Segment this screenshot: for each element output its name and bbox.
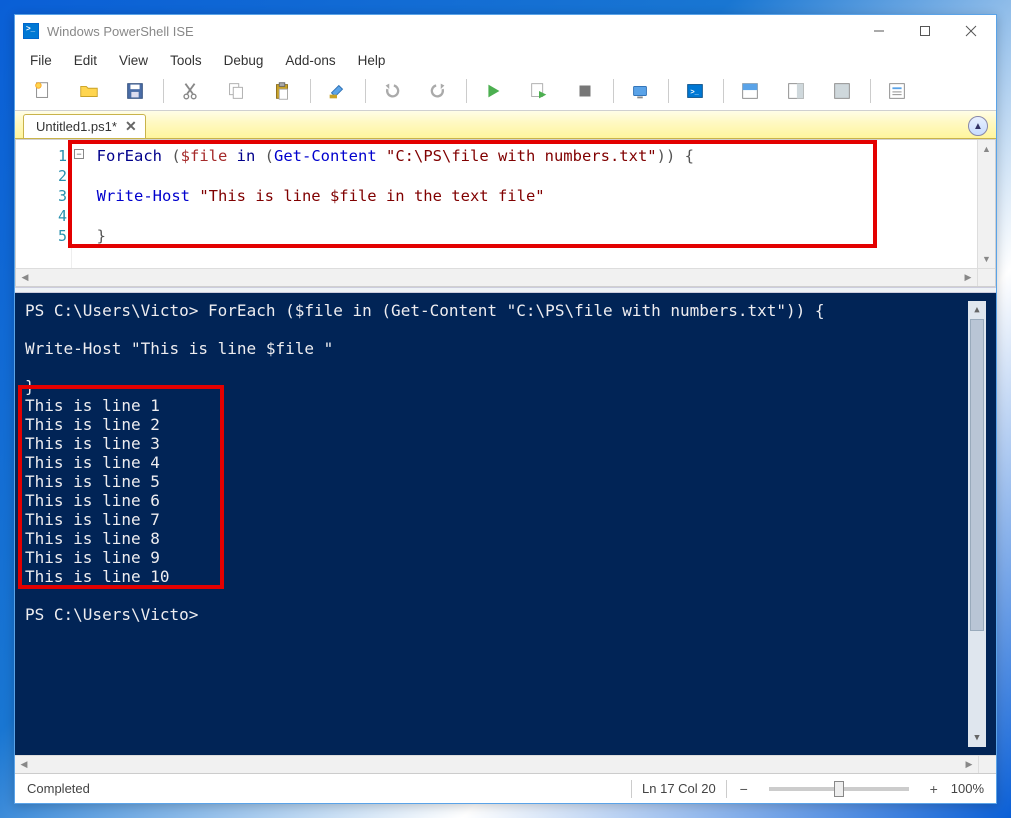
toolbar-separator <box>668 79 669 103</box>
open-file-icon[interactable] <box>69 77 109 105</box>
line-gutter: 1 2 3 4 5 <box>16 140 72 268</box>
zoom-level: 100% <box>951 781 984 796</box>
run-icon[interactable] <box>473 77 513 105</box>
clear-icon[interactable] <box>317 77 357 105</box>
menu-view[interactable]: View <box>110 51 157 70</box>
zoom-in-button[interactable]: + <box>927 782 941 796</box>
scrollbar-thumb[interactable] <box>970 319 984 631</box>
console-vertical-scrollbar[interactable]: ▲ ▼ <box>968 301 986 747</box>
menu-tools[interactable]: Tools <box>161 51 211 70</box>
show-script-pane-top-icon[interactable] <box>730 77 770 105</box>
scroll-down-icon[interactable]: ▼ <box>978 250 995 268</box>
app-icon <box>23 23 39 39</box>
powershell-icon[interactable]: >_ <box>675 77 715 105</box>
status-text: Completed <box>27 781 90 796</box>
scroll-left-icon[interactable]: ◀ <box>16 269 34 286</box>
copy-icon[interactable] <box>216 77 256 105</box>
menu-debug[interactable]: Debug <box>215 51 273 70</box>
undo-icon[interactable] <box>372 77 412 105</box>
tabstrip: Untitled1.ps1* ✕ ▲ <box>15 111 996 139</box>
show-script-pane-max-icon[interactable] <box>822 77 862 105</box>
statusbar: Completed Ln 17 Col 20 − + 100% <box>15 773 996 803</box>
close-button[interactable] <box>948 16 994 46</box>
run-selection-icon[interactable] <box>519 77 559 105</box>
tab-label: Untitled1.ps1* <box>36 119 117 134</box>
script-pane: 1 2 3 4 5 − ForEach ($file in (Get-Conte… <box>15 139 996 287</box>
cursor-position: Ln 17 Col 20 <box>642 781 716 796</box>
expand-script-pane-icon[interactable]: ▲ <box>968 116 988 136</box>
show-command-icon[interactable] <box>877 77 917 105</box>
toolbar: >_ <box>15 74 996 111</box>
redo-icon[interactable] <box>418 77 458 105</box>
scroll-up-icon[interactable]: ▲ <box>968 301 986 319</box>
toolbar-separator <box>870 79 871 103</box>
new-file-icon[interactable] <box>23 77 63 105</box>
menu-addons[interactable]: Add-ons <box>276 51 344 70</box>
toolbar-separator <box>365 79 366 103</box>
new-remote-tab-icon[interactable] <box>620 77 660 105</box>
console[interactable]: PS C:\Users\Victo> ForEach ($file in (Ge… <box>15 293 996 755</box>
console-horizontal-scrollbar[interactable]: ◀ ▶ <box>15 755 996 773</box>
editor-vertical-scrollbar[interactable]: ▲ ▼ <box>977 140 995 268</box>
toolbar-separator <box>310 79 311 103</box>
toolbar-separator <box>723 79 724 103</box>
toolbar-separator <box>163 79 164 103</box>
paste-icon[interactable] <box>262 77 302 105</box>
code-content[interactable]: ForEach ($file in (Get-Content "C:\PS\fi… <box>72 140 977 268</box>
menu-help[interactable]: Help <box>349 51 395 70</box>
cut-icon[interactable] <box>170 77 210 105</box>
tab-close-icon[interactable]: ✕ <box>125 118 137 135</box>
minimize-button[interactable] <box>856 16 902 46</box>
scroll-right-icon[interactable]: ▶ <box>960 756 978 773</box>
maximize-button[interactable] <box>902 16 948 46</box>
scroll-up-icon[interactable]: ▲ <box>978 140 995 158</box>
scroll-right-icon[interactable]: ▶ <box>959 269 977 286</box>
console-pane: PS C:\Users\Victo> ForEach ($file in (Ge… <box>15 293 996 773</box>
console-output: PS C:\Users\Victo> ForEach ($file in (Ge… <box>25 301 968 747</box>
code-editor[interactable]: 1 2 3 4 5 − ForEach ($file in (Get-Conte… <box>16 140 995 268</box>
menu-file[interactable]: File <box>21 51 61 70</box>
stop-icon[interactable] <box>565 77 605 105</box>
zoom-slider-thumb[interactable] <box>834 781 844 797</box>
menubar: File Edit View Tools Debug Add-ons Help <box>15 47 996 74</box>
toolbar-separator <box>466 79 467 103</box>
menu-edit[interactable]: Edit <box>65 51 106 70</box>
zoom-out-button[interactable]: − <box>737 782 751 796</box>
editor-horizontal-scrollbar[interactable]: ◀ ▶ <box>16 268 995 286</box>
titlebar: Windows PowerShell ISE <box>15 15 996 47</box>
script-tab[interactable]: Untitled1.ps1* ✕ <box>23 114 146 138</box>
toolbar-separator <box>613 79 614 103</box>
window-title: Windows PowerShell ISE <box>47 24 856 39</box>
scroll-left-icon[interactable]: ◀ <box>15 756 33 773</box>
show-script-pane-right-icon[interactable] <box>776 77 816 105</box>
zoom-slider[interactable] <box>769 787 909 791</box>
scroll-down-icon[interactable]: ▼ <box>968 729 986 747</box>
svg-text:>_: >_ <box>690 87 699 96</box>
app-window: Windows PowerShell ISE File Edit View To… <box>14 14 997 804</box>
save-icon[interactable] <box>115 77 155 105</box>
